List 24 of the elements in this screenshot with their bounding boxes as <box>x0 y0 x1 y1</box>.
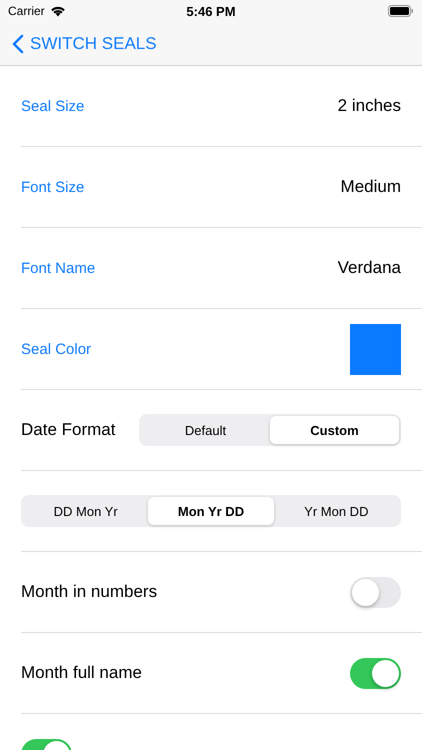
chevron-left-icon <box>12 34 24 54</box>
back-button[interactable]: SWITCH SEALS <box>12 34 157 54</box>
color-swatch[interactable] <box>350 324 401 374</box>
battery-icon <box>388 5 414 17</box>
segment-option[interactable]: Default <box>141 416 270 444</box>
toggle-switch[interactable] <box>350 576 401 608</box>
setting-value: Verdana <box>338 258 401 278</box>
setting-value: Medium <box>340 177 401 197</box>
segment-option[interactable]: DD Mon Yr <box>23 497 148 525</box>
segment-option[interactable]: Mon Yr DD <box>148 497 274 525</box>
setting-label: Month in numbers <box>21 582 158 602</box>
setting-label: Date Format <box>21 420 116 440</box>
status-time: 5:46 PM <box>186 4 236 18</box>
setting-value: 2 inches <box>338 96 401 116</box>
segment-option[interactable]: Yr Mon DD <box>274 497 399 525</box>
setting-label[interactable]: Font Size <box>21 178 84 196</box>
setting-label[interactable]: Seal Size <box>21 98 84 114</box>
toggle-switch[interactable] <box>350 658 401 688</box>
wifi-icon <box>50 5 66 17</box>
setting-label[interactable]: Font Name <box>21 260 96 276</box>
setting-label: Month full name <box>21 663 142 683</box>
carrier-label: Carrier <box>8 4 45 18</box>
setting-label[interactable]: Seal Color <box>21 340 92 358</box>
segment-option[interactable]: Custom <box>270 416 399 444</box>
